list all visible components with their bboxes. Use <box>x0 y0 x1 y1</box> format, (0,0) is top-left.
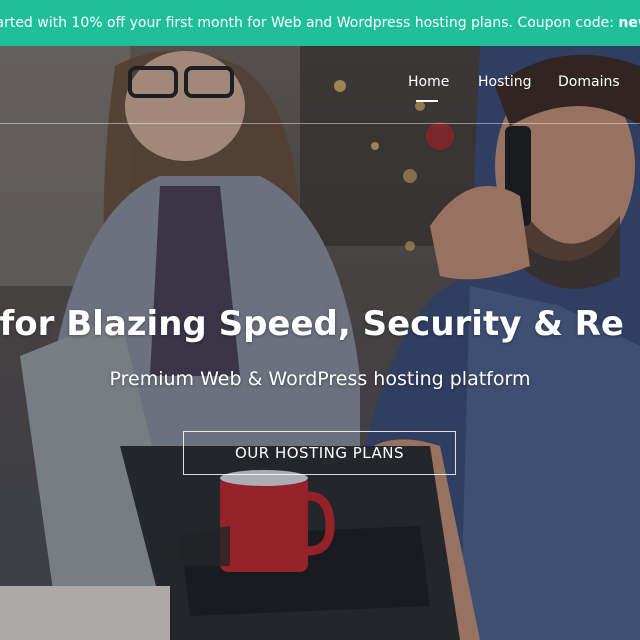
hosting-plans-button[interactable]: OUR HOSTING PLANS <box>183 431 456 475</box>
nav-active-indicator <box>416 100 438 102</box>
promo-banner: tarted with 10% off your first month for… <box>0 0 640 46</box>
main-nav: Home Hosting Domains <box>0 74 640 108</box>
nav-item-domains[interactable]: Domains <box>558 74 620 90</box>
hero-headline: l for Blazing Speed, Security & Re <box>0 304 624 344</box>
promo-coupon-code: newla <box>618 15 640 31</box>
nav-item-home[interactable]: Home <box>408 74 449 90</box>
promo-text: tarted with 10% off your first month for… <box>0 15 619 31</box>
nav-divider <box>0 123 640 124</box>
hero-subheadline: Premium Web & WordPress hosting platform <box>109 368 531 390</box>
nav-item-hosting[interactable]: Hosting <box>478 74 532 90</box>
